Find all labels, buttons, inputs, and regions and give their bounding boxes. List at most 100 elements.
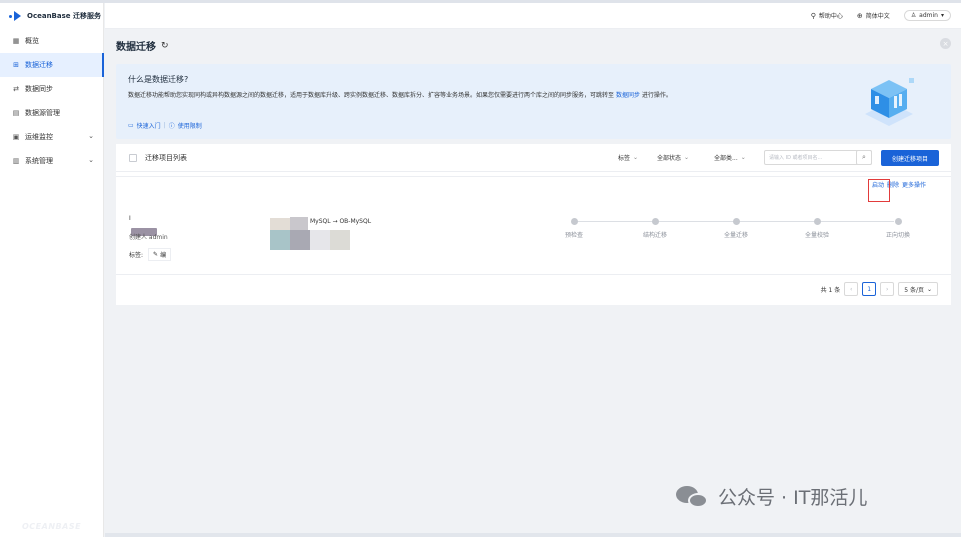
page-number[interactable]: 1 bbox=[862, 282, 877, 296]
page-size-select[interactable]: 5 条/页 ⌄ bbox=[898, 282, 938, 296]
sidebar-nav: ▦ 概览 ⊞ 数据迁移 ⇄ 数据同步 ▤ 数据源管理 ▣ 运维监控 ⌄ ▥ 系统… bbox=[0, 29, 104, 173]
datasource-icon: ▤ bbox=[12, 109, 20, 117]
sidebar-item-overview[interactable]: ▦ 概览 bbox=[0, 29, 103, 53]
user-menu-button[interactable]: ♙ admin ▾ bbox=[903, 10, 951, 21]
start-highlight-box bbox=[868, 179, 890, 202]
info-banner: 什么是数据迁移? 数据迁移功能帮助您实现同构或异构数据源之间的数据迁移，适用于数… bbox=[116, 64, 951, 139]
page-title-text: 数据迁移 bbox=[116, 42, 156, 53]
sidebar-item-ops-monitor[interactable]: ▣ 运维监控 ⌄ bbox=[0, 125, 103, 149]
chevron-down-icon: ⌄ bbox=[684, 154, 690, 161]
migration-list-panel: 迁移项目列表 标签 ⌄ 全部状态 ⌄ 全部类... ⌄ 请输入 ID 或者项目名… bbox=[116, 144, 951, 305]
user-icon: ♙ bbox=[910, 12, 917, 19]
sidebar-item-data-sync[interactable]: ⇄ 数据同步 bbox=[0, 77, 103, 101]
close-banner-icon[interactable]: × bbox=[940, 38, 951, 49]
step-label: 全量校验 bbox=[804, 232, 829, 239]
globe-icon: ⊕ bbox=[856, 11, 863, 20]
more-actions-button[interactable]: 更多操作 bbox=[902, 180, 926, 189]
sidebar-item-label: 概览 bbox=[25, 37, 39, 45]
quick-start-link[interactable]: 快速入门 bbox=[137, 121, 161, 130]
tag-value: 编 bbox=[160, 252, 167, 259]
step-forward-switch: 正向切换 bbox=[868, 218, 928, 239]
redacted-block bbox=[270, 230, 290, 250]
help-center-link[interactable]: ⚲ 帮助中心 bbox=[811, 11, 843, 21]
type-filter-label: 全部类... bbox=[714, 155, 738, 162]
step-full-migration: 全量迁移 bbox=[706, 218, 766, 239]
wechat-watermark: 公众号 · IT那活儿 bbox=[676, 483, 867, 510]
oceanbase-logo-icon bbox=[9, 11, 23, 21]
sidebar-item-label: 数据同步 bbox=[25, 85, 53, 93]
step-label: 结构迁移 bbox=[642, 232, 667, 239]
top-header: ⚲ 帮助中心 ⊕ 简体中文 ♙ admin ▾ bbox=[105, 3, 961, 29]
caret-down-icon: ▾ bbox=[940, 12, 944, 19]
step-label: 全量迁移 bbox=[723, 232, 748, 239]
step-dot bbox=[651, 218, 659, 225]
row-divider bbox=[116, 176, 951, 177]
status-filter-label: 全部状态 bbox=[657, 155, 682, 162]
pencil-icon: ✎ bbox=[153, 251, 159, 258]
sync-icon: ⇄ bbox=[13, 85, 19, 93]
data-sync-link[interactable]: 数据同步 bbox=[616, 92, 640, 99]
watermark-text: 公众号 · IT那活儿 bbox=[718, 487, 868, 509]
step-dot bbox=[732, 218, 740, 225]
redacted-block bbox=[290, 230, 310, 250]
language-label: 简体中文 bbox=[865, 13, 890, 20]
total-count: 共 1 条 bbox=[820, 286, 841, 294]
sidebar-item-datasource[interactable]: ▤ 数据源管理 bbox=[0, 101, 103, 125]
pager-divider bbox=[116, 274, 951, 275]
language-switch[interactable]: ⊕ 简体中文 bbox=[856, 11, 890, 21]
pagination: 共 1 条 ‹ 1 › 5 条/页 ⌄ bbox=[821, 282, 938, 296]
prev-page-icon[interactable]: ‹ bbox=[844, 282, 859, 296]
banner-description-text: 数据迁移功能帮助您实现同构或异构数据源之间的数据迁移，适用于数据库升级、跨实例数… bbox=[128, 92, 615, 99]
migration-steps: 预检查 结构迁移 全量迁移 全量校验 正向切换 bbox=[565, 218, 910, 248]
redacted-block bbox=[270, 218, 290, 230]
select-all-checkbox[interactable] bbox=[129, 154, 137, 162]
migration-illustration-icon bbox=[865, 78, 914, 126]
step-label: 预检查 bbox=[564, 232, 583, 239]
page-size-label: 5 条/页 bbox=[904, 286, 924, 294]
task-type: MySQL → OB-MySQL bbox=[310, 218, 372, 225]
redacted-block bbox=[290, 217, 308, 231]
refresh-icon[interactable]: ↻ bbox=[161, 41, 169, 51]
sidebar-item-label: 数据源管理 bbox=[25, 109, 60, 117]
chevron-down-icon: ⌄ bbox=[88, 132, 94, 140]
brand-name: OceanBase 迁移服务 bbox=[27, 12, 101, 20]
type-filter[interactable]: 全部类... ⌄ bbox=[714, 153, 746, 162]
tag-filter-label: 标签 bbox=[618, 155, 631, 162]
step-dot bbox=[813, 218, 821, 225]
usage-limits-link[interactable]: 使用限制 bbox=[178, 121, 202, 130]
monitor-icon: ▣ bbox=[12, 133, 20, 141]
sidebar-item-label: 运维监控 bbox=[25, 133, 53, 141]
step-full-validation: 全量校验 bbox=[787, 218, 847, 239]
tag-edit-button[interactable]: ✎ 编 bbox=[148, 248, 172, 261]
sidebar-item-data-migration[interactable]: ⊞ 数据迁移 bbox=[0, 53, 104, 77]
step-label: 正向切换 bbox=[885, 232, 910, 239]
page-title: 数据迁移 ↻ bbox=[116, 38, 169, 54]
brand[interactable]: OceanBase 迁移服务 bbox=[0, 3, 103, 29]
chevron-down-icon: ⌄ bbox=[88, 156, 94, 164]
chevron-down-icon: ⌄ bbox=[740, 154, 746, 161]
tag-filter[interactable]: 标签 ⌄ bbox=[618, 153, 638, 162]
next-page-icon[interactable]: › bbox=[880, 282, 895, 296]
banner-title: 什么是数据迁移? bbox=[128, 75, 189, 84]
redacted-block bbox=[330, 230, 350, 250]
step-precheck: 预检查 bbox=[544, 218, 604, 239]
sidebar-footer-logo: OCEANBASE bbox=[22, 522, 82, 531]
step-dot bbox=[570, 218, 578, 225]
task-tags: 标签: ✎ 编 bbox=[129, 248, 172, 261]
chevron-down-icon: ⌄ bbox=[926, 285, 932, 293]
migration-icon: ⊞ bbox=[13, 61, 19, 69]
chevron-down-icon: ⌄ bbox=[633, 154, 639, 161]
banner-description: 数据迁移功能帮助您实现同构或异构数据源之间的数据迁移，适用于数据库升级、跨实例数… bbox=[128, 90, 672, 99]
sidebar-item-label: 数据迁移 bbox=[25, 61, 53, 69]
system-icon: ▥ bbox=[12, 157, 20, 165]
list-toolbar: 迁移项目列表 标签 ⌄ 全部状态 ⌄ 全部类... ⌄ 请输入 ID 或者项目名… bbox=[116, 144, 951, 172]
grid-icon: ▦ bbox=[12, 37, 20, 45]
status-filter[interactable]: 全部状态 ⌄ bbox=[657, 153, 689, 162]
search-icon[interactable]: ⌕ bbox=[856, 150, 872, 165]
sidebar-item-system[interactable]: ▥ 系统管理 ⌄ bbox=[0, 149, 103, 173]
separator: | bbox=[163, 122, 166, 129]
create-migration-button[interactable]: 创建迁移项目 bbox=[881, 150, 939, 166]
task-name[interactable]: I bbox=[129, 215, 131, 222]
list-title: 迁移项目列表 bbox=[145, 154, 187, 162]
user-name: admin bbox=[919, 12, 938, 19]
